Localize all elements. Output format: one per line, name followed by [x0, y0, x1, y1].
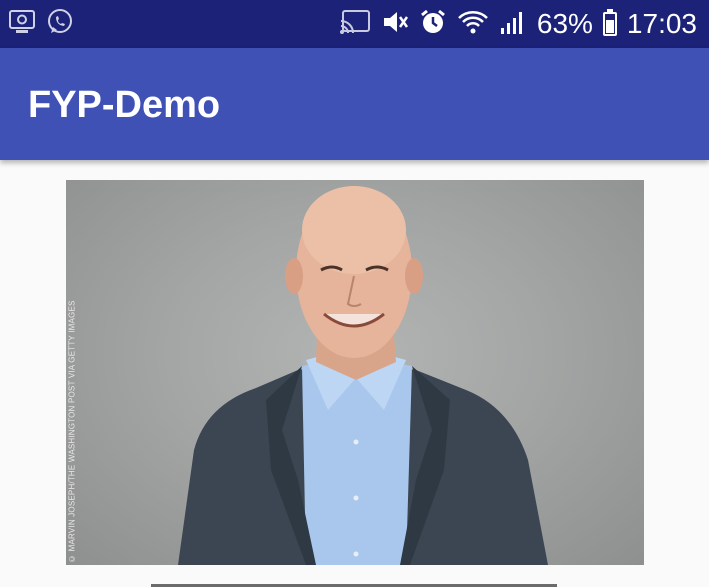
status-bar: 63% 17:03 [0, 0, 709, 48]
status-clock: 17:03 [626, 8, 697, 39]
app-title: FYP-Demo [28, 84, 221, 126]
wifi-icon [457, 8, 489, 41]
signal-icon [499, 8, 527, 41]
status-right-icons: 63% 17:03 [339, 6, 697, 42]
alarm-icon [419, 8, 447, 41]
portrait-illustration [178, 186, 548, 565]
cast-icon [339, 9, 371, 40]
person-photo: © MARVIN JOSEPH/THE WASHINGTON POST VIA … [66, 180, 644, 565]
battery-icon [602, 9, 617, 36]
battery-percentage: 63% [536, 8, 593, 39]
whatsapp-icon [46, 8, 74, 41]
app-bar: FYP-Demo [0, 48, 709, 160]
status-left-icons [8, 8, 74, 41]
photo-credit: © MARVIN JOSEPH/THE WASHINGTON POST VIA … [67, 300, 77, 563]
mute-icon [381, 8, 409, 41]
screen-capture-icon [8, 9, 36, 40]
